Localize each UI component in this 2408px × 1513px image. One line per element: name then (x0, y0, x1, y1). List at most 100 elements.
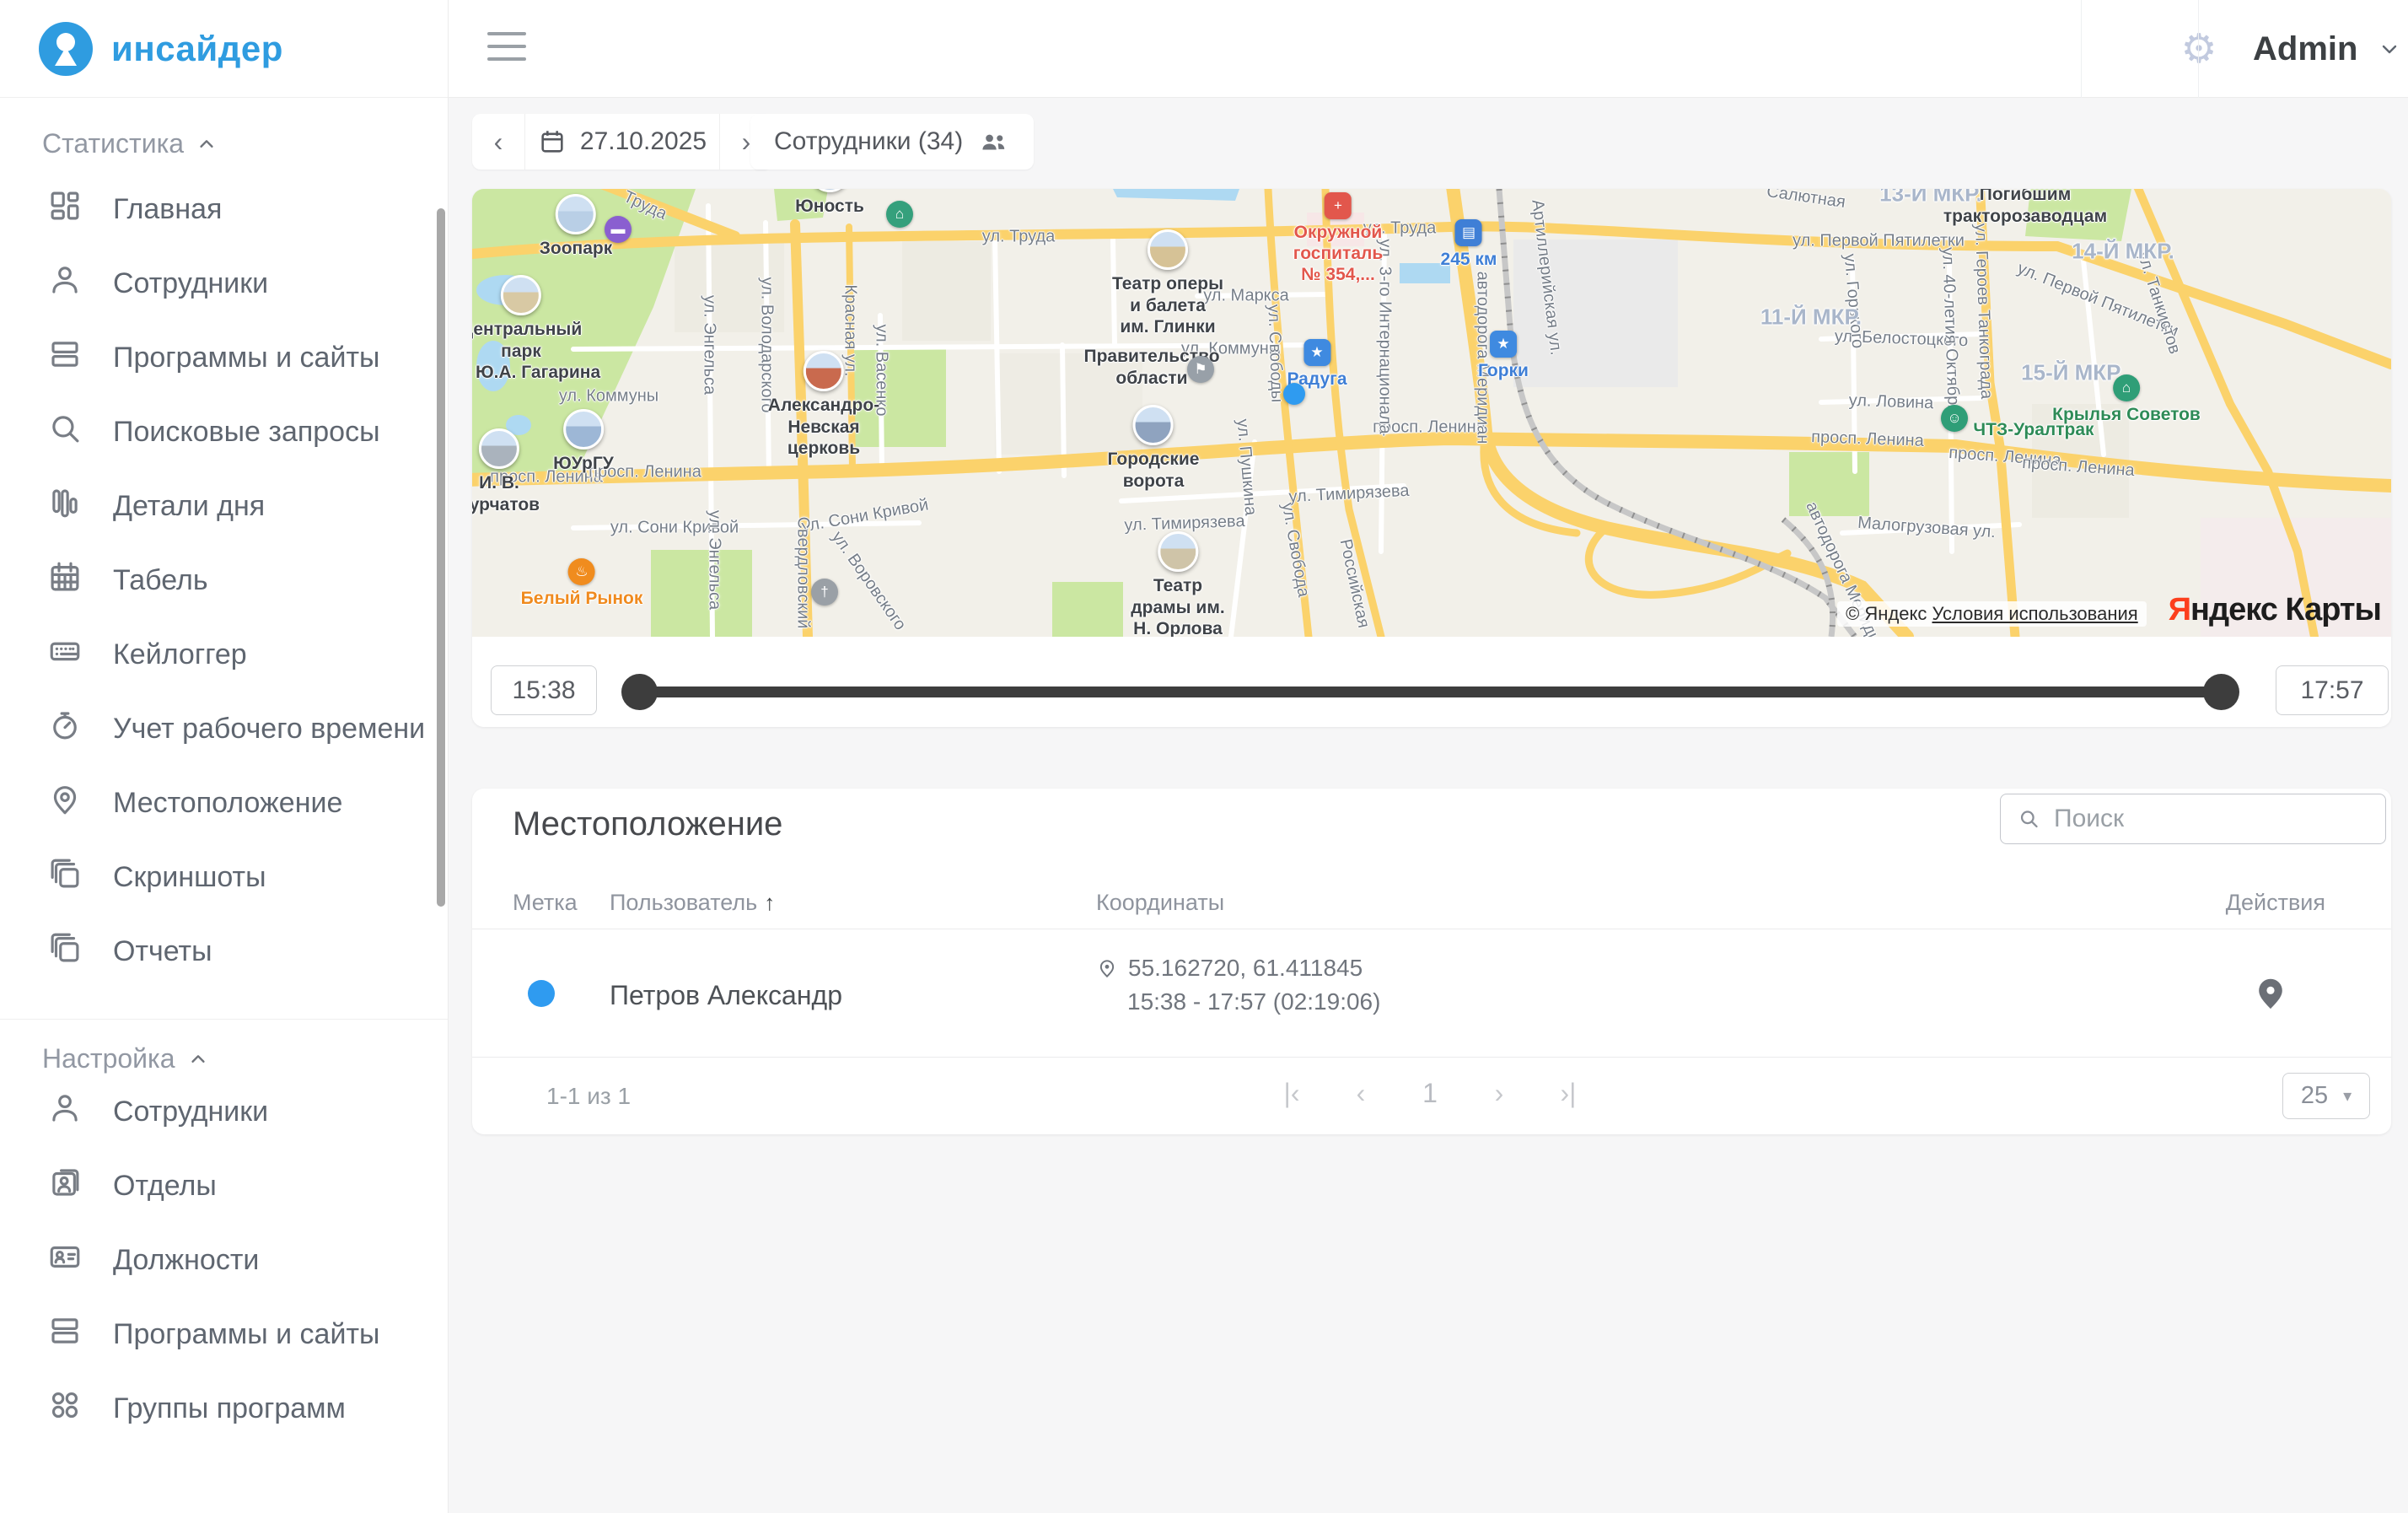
menu-toggle-button[interactable] (487, 32, 526, 66)
sidebar-item-reports[interactable]: Отчеты (0, 914, 448, 988)
map-poi-marker[interactable]: ★Горки (1478, 331, 1529, 381)
slider-handle-end[interactable] (2203, 674, 2239, 710)
pin-icon (47, 782, 83, 825)
map-poi-marker[interactable]: Театр драмы им. Н. Орлова (1131, 531, 1224, 637)
sidebar-item-employees[interactable]: Сотрудники (0, 246, 448, 320)
sidebar-section-header[interactable]: Статистика (0, 128, 448, 159)
map-poi-marker[interactable]: Театр оперы и балета им. Глинки (1112, 229, 1223, 338)
sidebar-item-screenshots[interactable]: Скриншоты (0, 840, 448, 914)
sidebar-item-employees-settings[interactable]: Сотрудники (0, 1074, 448, 1149)
map-poi-marker[interactable]: И. В. Курчатов (472, 428, 540, 515)
col-user-sortable[interactable]: Пользователь↑ (610, 890, 775, 916)
map-poi-marker[interactable]: Зоопарк (540, 194, 613, 260)
map-poi-marker[interactable]: Центральный парк им. Ю.А. Гагарина (472, 275, 600, 384)
market-icon: ♨ (568, 558, 595, 585)
employees-filter-chip[interactable]: Сотрудники (34) (750, 114, 1034, 170)
sidebar-item-label: Группы программ (113, 1392, 346, 1425)
sidebar-item-label: Скриншоты (113, 861, 266, 894)
poi-label: Белый Рынок (521, 588, 643, 609)
poi-label: Центральный парк им. Ю.А. Гагарина (472, 319, 600, 384)
road-sign-icon: ▤ (1455, 219, 1482, 246)
map-poi-marker[interactable]: ⚑ (1187, 356, 1214, 383)
map-poi-marker[interactable]: Городские ворота (1108, 405, 1200, 492)
sidebar-item-label: Кейлоггер (113, 638, 247, 671)
last-page-button[interactable]: ›| (1550, 1078, 1587, 1109)
sidebar-item-programs-settings[interactable]: Программы и сайты (0, 1297, 448, 1371)
street-label: ул. Свободы (1263, 304, 1286, 402)
poi-photo-icon (479, 428, 519, 469)
pagination: |‹ ‹ 1 › ›| (1273, 1078, 1587, 1109)
sidebar-item-label: Должности (113, 1244, 259, 1277)
page-size-select[interactable]: 25 ▾ (2282, 1073, 2370, 1119)
sidebar-item-departments[interactable]: Отделы (0, 1149, 448, 1223)
street-label: ул. Энгельса (705, 510, 724, 610)
sidebar-item-programs[interactable]: Программы и сайты (0, 320, 448, 395)
prev-page-button[interactable]: ‹ (1342, 1078, 1379, 1109)
map-poi-marker[interactable]: ⌂ (886, 201, 913, 228)
map-poi-marker[interactable]: ★Радуга (1287, 339, 1346, 390)
poi-photo-icon (1148, 229, 1188, 270)
prev-day-button[interactable]: ‹ (472, 114, 524, 170)
slider-track[interactable] (639, 687, 2222, 697)
map-poi-marker[interactable]: ▤245 км (1441, 219, 1497, 270)
map-poi-marker[interactable]: Александро- Невская церковь (768, 351, 879, 460)
divider (0, 1019, 448, 1020)
pin-icon (1096, 957, 1118, 979)
dashboard-icon (47, 188, 83, 231)
layers-icon (47, 856, 83, 899)
id-photo-icon (47, 1165, 83, 1208)
row-coords: 55.162720, 61.411845 15:38 - 17:57 (02:1… (1096, 951, 1380, 1019)
map-poi-marker[interactable]: † (811, 579, 838, 606)
slider-handle-start[interactable] (621, 674, 658, 710)
sidebar-item-positions[interactable]: Должности (0, 1223, 448, 1297)
sidebar: инсайдер Статистика Главная Сотрудники П… (0, 0, 449, 1513)
time-start: 15:38 (491, 665, 597, 715)
sidebar-item-label: Отделы (113, 1170, 217, 1203)
show-on-map-button[interactable] (2251, 973, 2290, 1012)
col-actions: Действия (2226, 890, 2325, 916)
poi-label: Юность (795, 196, 864, 218)
search-input[interactable] (2052, 804, 2368, 834)
map-poi-marker[interactable]: ▬ (605, 216, 632, 243)
bars-icon (47, 485, 83, 528)
poi-label: Театр драмы им. Н. Орлова (1131, 575, 1224, 637)
street-label: ул. Ловина (1848, 391, 1933, 413)
first-page-button[interactable]: |‹ (1273, 1078, 1310, 1109)
sidebar-item-label: Учет рабочего времени (113, 713, 425, 746)
poi-label: И. В. Курчатов (472, 472, 540, 515)
poi-label: Крылья Советов (2052, 404, 2201, 425)
map-poi-marker[interactable]: ☺ (1941, 405, 1968, 432)
date-picker[interactable]: 27.10.2025 (524, 114, 720, 170)
poi-photo-icon (1158, 531, 1198, 572)
sidebar-item-worktime[interactable]: Учет рабочего времени (0, 692, 448, 766)
map-poi-marker[interactable]: ЮУрГУ (553, 409, 614, 475)
employee-location-marker[interactable] (1283, 383, 1305, 405)
user-menu[interactable]: Admin (2219, 0, 2400, 98)
sidebar-item-label: Поисковые запросы (113, 416, 380, 449)
map-poi-marker[interactable]: Юность (795, 189, 864, 218)
people-icon (978, 127, 1010, 156)
street-label: ул. Труда (982, 228, 1055, 247)
map-poi-marker[interactable]: ♨ Белый Рынок (521, 558, 643, 609)
map-terms-link[interactable]: Условия использования (1932, 603, 2138, 624)
sidebar-item-day-details[interactable]: Детали дня (0, 469, 448, 543)
sidebar-item-program-groups[interactable]: Группы программ (0, 1371, 448, 1446)
sidebar-scrollbar[interactable] (437, 208, 445, 907)
sidebar-item-timesheet[interactable]: Табель (0, 543, 448, 617)
next-page-button[interactable]: › (1481, 1078, 1518, 1109)
divider (2198, 0, 2199, 98)
row-mark-dot (528, 980, 555, 1007)
rows-icon (47, 1313, 83, 1356)
sidebar-item-keylogger[interactable]: Кейлоггер (0, 617, 448, 692)
mall-icon: ★ (1303, 339, 1330, 366)
map-canvas[interactable]: Трудаул. Трудаул. Трудаул. Коммуныул. Ко… (472, 189, 2391, 637)
sidebar-item-dashboard[interactable]: Главная (0, 172, 448, 246)
yandex-maps-logo[interactable]: Яндекс Карты (2169, 592, 2381, 628)
sidebar-section-header[interactable]: Настройка (0, 1043, 448, 1074)
map-poi-marker[interactable]: ⌂Крылья Советов (2052, 374, 2201, 425)
sidebar-item-queries[interactable]: Поисковые запросы (0, 395, 448, 469)
sidebar-item-location[interactable]: Местоположение (0, 766, 448, 840)
map-poi-marker[interactable]: +Окружной госпиталь № 354,... (1293, 192, 1384, 286)
logo[interactable]: инсайдер (0, 0, 448, 98)
poi-label: Александро- Невская церковь (768, 395, 879, 460)
